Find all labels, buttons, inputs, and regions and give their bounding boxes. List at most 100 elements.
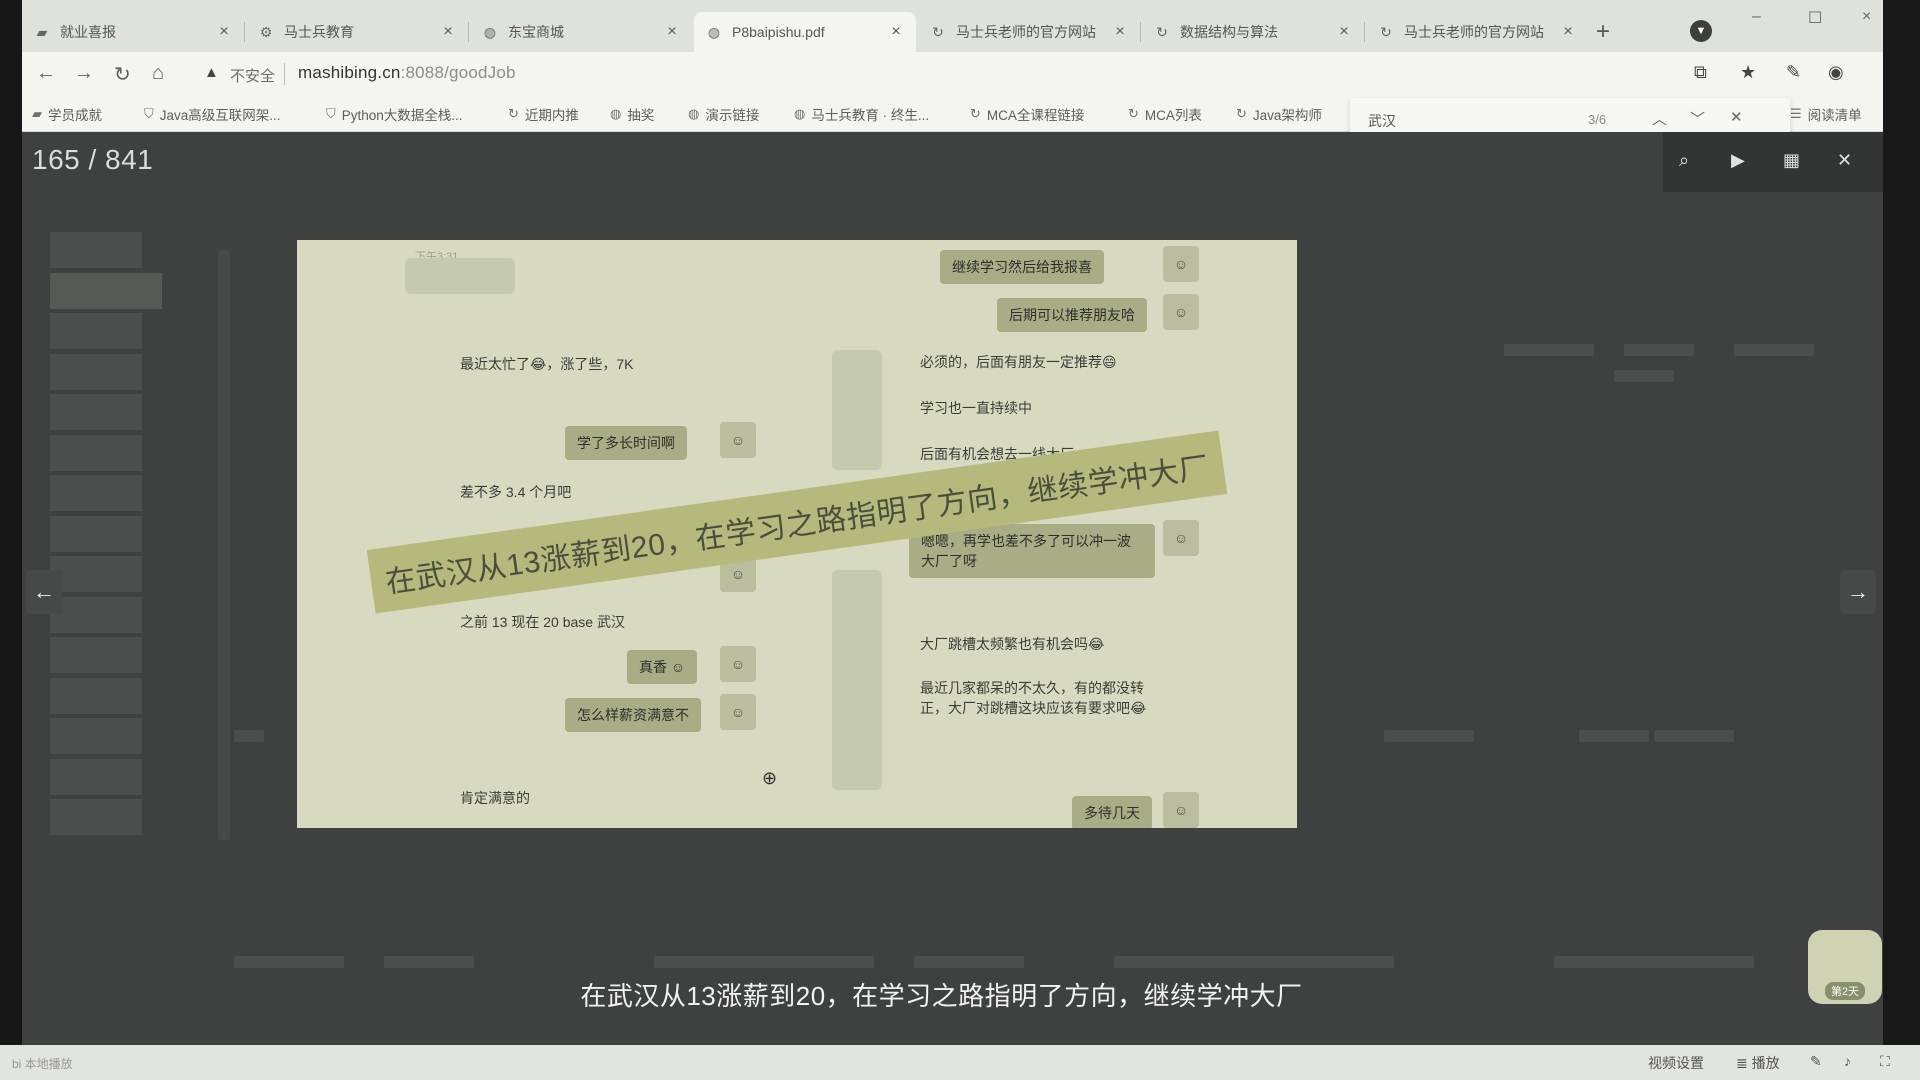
faint-text	[1624, 344, 1694, 356]
maximize-button[interactable]: ☐	[1808, 8, 1822, 28]
thumbnail[interactable]	[50, 475, 142, 511]
chat-message: 必须的，后面有朋友一定推荐😄	[920, 354, 1117, 370]
refresh-icon: ↻	[1236, 106, 1247, 121]
reading-list[interactable]: ☰ 阅读清单	[1790, 104, 1862, 124]
url-field[interactable]: mashibing.cn:8088/goodJob	[298, 63, 516, 83]
thumbnail[interactable]	[50, 434, 142, 471]
tab-1[interactable]: ⚙ 马士兵教育 ×	[246, 12, 468, 52]
tab-separator	[468, 22, 469, 42]
bookmark-5[interactable]: ◍ 演示链接	[688, 104, 759, 124]
extensions-icon[interactable]: ⧉	[1694, 62, 1707, 83]
find-input[interactable]: 武汉	[1368, 111, 1396, 131]
tab-0[interactable]: ▰ 就业喜报 ×	[22, 12, 244, 52]
close-tab-icon[interactable]: ×	[1560, 23, 1576, 41]
zoom-in-icon[interactable]: ⊕	[762, 768, 777, 789]
tab-5[interactable]: ↻ 数据结构与算法 ×	[1142, 12, 1364, 52]
account-icon[interactable]: ◉	[1828, 62, 1844, 83]
pen-icon[interactable]: ✎	[1786, 62, 1801, 83]
thumbnail[interactable]	[50, 637, 142, 673]
thumbnail[interactable]	[50, 677, 142, 714]
globe-icon: ◍	[688, 106, 700, 121]
find-close-button[interactable]: ✕	[1730, 108, 1743, 126]
bookmark-1[interactable]: ⛉ Java高级互联网架...	[144, 104, 281, 124]
chat-message: 差不多 3.4 个月吧	[460, 484, 572, 500]
chat-bubble: 真香 ☺	[627, 650, 698, 684]
prev-page-button[interactable]: ←	[26, 570, 62, 614]
status-left-text: bi 本地播放	[12, 1057, 73, 1071]
bookmark-0[interactable]: ▰ 学员成就	[32, 104, 102, 124]
bookmark-label: MCA列表	[1144, 108, 1202, 123]
thumbnail-selected[interactable]	[50, 272, 162, 309]
avatar: ☺	[720, 422, 756, 458]
tab-6[interactable]: ↻ 马士兵老师的官方网站 ×	[1366, 12, 1588, 52]
shield-icon: ⛉	[326, 106, 336, 121]
reading-list-label: 阅读清单	[1807, 108, 1862, 123]
thumbnail[interactable]	[50, 232, 142, 268]
thumbnail[interactable]	[50, 394, 142, 430]
pen-icon[interactable]: ✎	[1810, 1053, 1822, 1070]
bookmark-9[interactable]: ↻ Java架构师	[1236, 104, 1322, 124]
bookmark-4[interactable]: ◍ 抽奖	[610, 104, 654, 124]
thumbnail[interactable]	[50, 515, 142, 552]
close-tab-icon[interactable]: ×	[888, 23, 904, 41]
thumbnail[interactable]	[50, 556, 142, 592]
find-next-button[interactable]: ﹀	[1690, 108, 1705, 129]
reload-button[interactable]: ↻	[114, 62, 131, 87]
chat-message: 最近太忙了😂，涨了些，7K	[460, 356, 634, 372]
pdf-viewer: 165 / 841 ⌕ ▶ ▦ ✕ ← → 下午3:31 最近太忙了😂，涨了些，…	[22, 132, 1883, 1045]
refresh-icon: ↻	[508, 106, 519, 121]
thumbnail[interactable]	[50, 799, 142, 835]
back-button[interactable]: ←	[36, 62, 56, 85]
thumbnail[interactable]	[50, 758, 142, 795]
thumbnail[interactable]	[50, 718, 142, 754]
next-page-button[interactable]: →	[1840, 570, 1876, 614]
tab-3-active[interactable]: ◍ P8baipishu.pdf ×	[694, 12, 916, 52]
tab-2[interactable]: ◍ 东宝商城 ×	[470, 12, 692, 52]
playlist-button[interactable]: ≣ 播放	[1736, 1053, 1780, 1073]
faint-text	[1384, 730, 1474, 742]
thumbnail[interactable]	[50, 353, 142, 390]
volume-icon[interactable]: ♪	[1844, 1053, 1851, 1069]
close-icon[interactable]: ✕	[1837, 150, 1852, 171]
bookmark-label: 马士兵教育 · 终生...	[811, 108, 930, 123]
thumbnail[interactable]	[50, 313, 142, 349]
grid-icon[interactable]: ▦	[1783, 150, 1800, 171]
faint-text	[1614, 370, 1674, 382]
bookmark-8[interactable]: ↻ MCA列表	[1128, 104, 1202, 124]
close-tab-icon[interactable]: ×	[664, 23, 680, 41]
home-button[interactable]: ⌂	[152, 62, 164, 85]
video-settings-button[interactable]: 视频设置	[1648, 1053, 1704, 1073]
forward-button[interactable]: →	[74, 62, 94, 85]
viewer-scrollbar[interactable]	[218, 250, 230, 840]
redacted-name	[405, 258, 515, 294]
profile-icon[interactable]: ▼	[1690, 20, 1712, 42]
shield-icon: ⛉	[144, 106, 154, 121]
close-window-button[interactable]: ×	[1862, 8, 1871, 26]
close-tab-icon[interactable]: ×	[1112, 23, 1128, 41]
minimize-button[interactable]: –	[1752, 8, 1761, 26]
bookmark-3[interactable]: ↻ 近期内推	[508, 104, 579, 124]
tab-separator	[244, 22, 245, 42]
close-tab-icon[interactable]: ×	[1336, 23, 1352, 41]
new-tab-button[interactable]: +	[1596, 18, 1610, 46]
reading-list-icon: ☰	[1790, 106, 1802, 121]
close-tab-icon[interactable]: ×	[440, 23, 456, 41]
tab-title: 马士兵教育	[284, 24, 354, 40]
find-previous-button[interactable]: ︿	[1652, 108, 1667, 129]
fullscreen-icon[interactable]: ⛶	[1880, 1053, 1890, 1070]
thumbnail[interactable]	[50, 596, 142, 633]
close-tab-icon[interactable]: ×	[216, 23, 232, 41]
tab-4[interactable]: ↻ 马士兵老师的官方网站 ×	[918, 12, 1140, 52]
refresh-icon: ↻	[1156, 23, 1168, 40]
search-icon[interactable]: ⌕	[1679, 150, 1689, 171]
play-icon[interactable]: ▶	[1731, 150, 1745, 171]
warning-icon[interactable]: ▲	[204, 64, 219, 81]
faint-text	[1504, 344, 1594, 356]
bookmark-6[interactable]: ◍ 马士兵教育 · 终生...	[794, 104, 929, 124]
insecure-label[interactable]: 不安全	[230, 65, 275, 86]
bookmark-7[interactable]: ↻ MCA全课程链接	[970, 104, 1084, 124]
mascot-badge[interactable]: 第2天	[1808, 930, 1882, 1004]
favorite-star-icon[interactable]: ★	[1740, 62, 1756, 83]
chat-message: 大厂跳槽太频繁也有机会吗😂	[920, 636, 1105, 652]
bookmark-2[interactable]: ⛉ Python大数据全栈...	[326, 104, 463, 124]
